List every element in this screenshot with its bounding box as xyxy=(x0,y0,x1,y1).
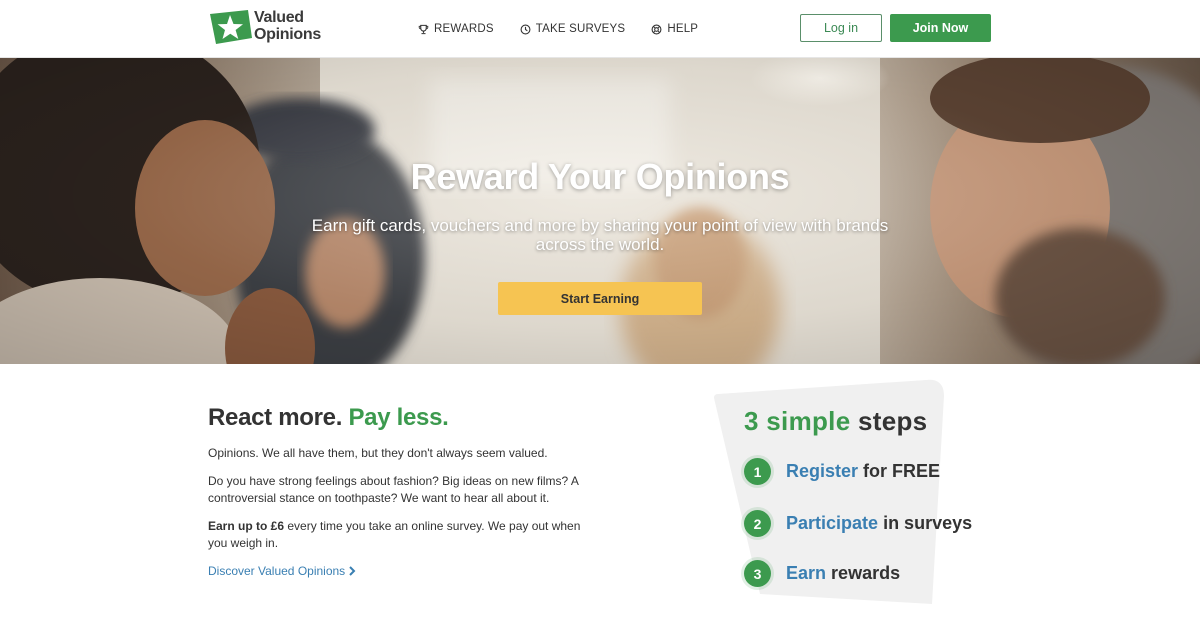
step-rest: in surveys xyxy=(883,513,973,533)
main-nav: REWARDS TAKE SURVEYS HELP xyxy=(418,20,724,38)
logo-line-1: Valued xyxy=(254,9,304,26)
discover-link[interactable]: Discover Valued Opinions xyxy=(208,564,356,578)
step-text: Earn rewards xyxy=(786,563,900,584)
step-2: 2 Participate in surveys xyxy=(744,510,972,537)
nav-rewards[interactable]: REWARDS xyxy=(418,20,494,38)
hero-subtitle: Earn gift cards, vouchers and more by sh… xyxy=(311,216,889,254)
earn-amount-text: Earn up to £6 xyxy=(208,519,285,533)
trophy-icon xyxy=(418,24,429,34)
step-1: 1 Register for FREE xyxy=(744,458,940,485)
step-rest: rewards xyxy=(831,563,901,583)
steps-title-word: steps xyxy=(857,406,928,436)
step-highlight: Participate xyxy=(786,513,879,533)
step-number: 1 xyxy=(744,458,771,485)
intro-title-part-1: React more. xyxy=(208,404,343,431)
clock-icon xyxy=(520,24,531,34)
logo[interactable]: Valued Opinions xyxy=(208,8,321,48)
nav-help[interactable]: HELP xyxy=(651,20,698,38)
steps-title-highlight: 3 simple xyxy=(744,406,851,436)
discover-link-label: Discover Valued Opinions xyxy=(208,564,346,578)
intro-paragraph-1: Opinions. We all have them, but they don… xyxy=(208,446,548,460)
start-earning-button[interactable]: Start Earning xyxy=(498,282,702,315)
step-highlight: Register xyxy=(786,461,859,481)
step-number: 2 xyxy=(744,510,771,537)
intro-title: React more. Pay less. xyxy=(208,404,588,432)
step-text: Register for FREE xyxy=(786,461,940,482)
intro-paragraph-2: Do you have strong feelings about fashio… xyxy=(208,474,579,505)
step-rest: for FREE xyxy=(863,461,941,481)
hero-title: Reward Your Opinions xyxy=(410,156,790,197)
hero-banner: Reward Your Opinions Earn gift cards, vo… xyxy=(0,58,1200,364)
step-3: 3 Earn rewards xyxy=(744,560,900,587)
nav-take-surveys[interactable]: TAKE SURVEYS xyxy=(520,20,626,38)
steps-card: 3 simple steps 1 Register for FREE 2 Par… xyxy=(712,378,972,610)
logo-text: Valued Opinions xyxy=(254,9,321,43)
intro-title-part-2: Pay less. xyxy=(348,404,449,431)
hero-overlay xyxy=(0,58,1200,364)
nav-rewards-label: REWARDS xyxy=(434,23,494,35)
chevron-right-icon xyxy=(349,566,356,576)
site-header: Valued Opinions REWARDS TAKE SURVEYS HEL… xyxy=(0,0,1200,58)
nav-help-label: HELP xyxy=(667,23,699,35)
login-button[interactable]: Log in xyxy=(800,14,882,42)
step-highlight: Earn xyxy=(786,563,827,583)
step-text: Participate in surveys xyxy=(786,513,972,534)
help-ring-icon xyxy=(651,24,662,34)
logo-line-2: Opinions xyxy=(254,26,321,43)
nav-take-surveys-label: TAKE SURVEYS xyxy=(535,23,626,35)
intro-section: React more. Pay less. Opinions. We all h… xyxy=(208,404,588,580)
join-now-button[interactable]: Join Now xyxy=(890,14,991,42)
star-icon xyxy=(210,10,252,44)
step-number: 3 xyxy=(744,560,771,587)
intro-paragraph-3: Earn up to £6 every time you take an onl… xyxy=(208,518,588,552)
steps-title: 3 simple steps xyxy=(744,406,927,437)
